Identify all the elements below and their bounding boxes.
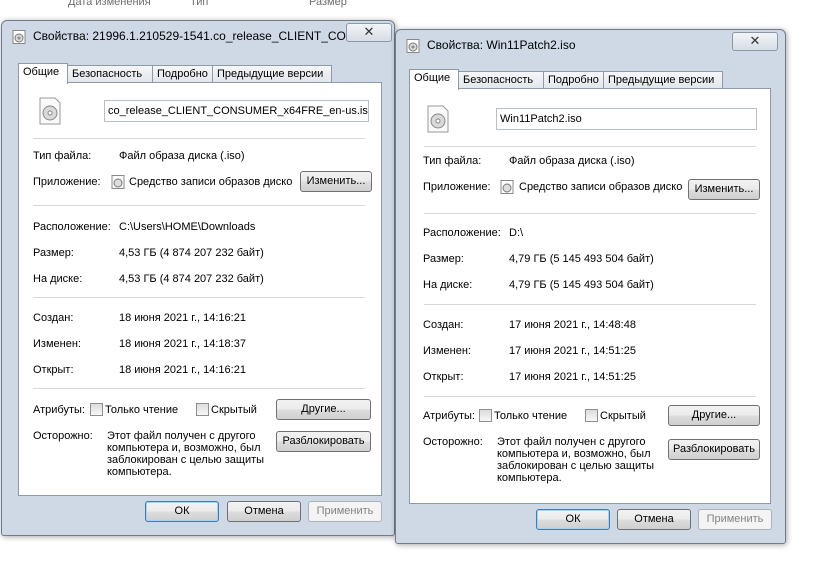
modified-value: 18 июня 2021 г., 14:18:37 — [119, 338, 246, 350]
tab-general[interactable]: Общие — [18, 63, 68, 84]
separator — [424, 396, 756, 397]
hidden-label[interactable]: Скрытый — [600, 410, 646, 422]
disk-size-value: 4,53 ГБ (4 874 207 232 байт) — [119, 273, 264, 285]
column-date-modified[interactable]: Дата изменения — [68, 0, 151, 8]
warning-label: Осторожно: — [33, 430, 93, 442]
advanced-attributes-button[interactable]: Другие... — [276, 399, 371, 420]
tab-details[interactable]: Подробно — [152, 65, 214, 83]
created-label: Создан: — [423, 319, 464, 331]
general-tab-panel: Win11Patch2.iso Тип файла: Файл образа д… — [409, 88, 771, 504]
size-label: Размер: — [33, 247, 74, 259]
app-value: Средство записи образов диско — [129, 176, 293, 188]
modified-label: Изменен: — [423, 345, 471, 357]
location-value: C:\Users\HOME\Downloads — [119, 221, 256, 233]
separator — [33, 138, 365, 139]
cancel-button[interactable]: Отмена — [227, 501, 301, 522]
opened-value: 18 июня 2021 г., 14:16:21 — [119, 364, 246, 376]
properties-dialog-2: Свойства: Win11Patch2.iso ✕ Общие Безопа… — [395, 29, 786, 544]
title-bar[interactable]: Свойства: 21996.1.210529-1541.co_release… — [2, 21, 394, 51]
created-label: Создан: — [33, 312, 74, 324]
disc-burner-icon — [111, 175, 125, 189]
disc-image-icon — [12, 30, 26, 44]
opened-value: 17 июня 2021 г., 14:51:25 — [509, 371, 636, 383]
readonly-label[interactable]: Только чтение — [494, 410, 567, 422]
column-type[interactable]: Тип — [190, 0, 208, 8]
tab-previous-versions[interactable]: Предыдущие версии — [212, 65, 332, 83]
readonly-checkbox[interactable] — [90, 403, 103, 416]
tab-security[interactable]: Безопасность — [67, 65, 154, 83]
close-button[interactable]: ✕ — [346, 23, 392, 42]
tab-security[interactable]: Безопасность — [458, 71, 545, 89]
filename-field[interactable]: co_release_CLIENT_CONSUMER_x64FRE_en-us.… — [104, 100, 369, 122]
modified-value: 17 июня 2021 г., 14:51:25 — [509, 345, 636, 357]
disk-size-value: 4,79 ГБ (5 145 493 504 байт) — [509, 279, 654, 291]
hidden-checkbox[interactable] — [196, 403, 209, 416]
app-label: Приложение: — [33, 176, 101, 188]
file-type-label: Тип файла: — [423, 155, 482, 167]
title-bar[interactable]: Свойства: Win11Patch2.iso ✕ — [396, 30, 785, 60]
readonly-label[interactable]: Только чтение — [105, 404, 178, 416]
tab-previous-versions[interactable]: Предыдущие версии — [603, 71, 723, 89]
separator — [424, 304, 756, 305]
attributes-label: Атрибуты: — [423, 410, 475, 422]
security-warning-text: Этот файл получен с другого компьютера и… — [107, 430, 265, 478]
location-label: Расположение: — [33, 221, 111, 233]
properties-dialog-1: Свойства: 21996.1.210529-1541.co_release… — [1, 20, 395, 536]
app-value: Средство записи образов диско — [519, 181, 683, 193]
apply-button[interactable]: Применить — [698, 509, 772, 530]
disc-burner-icon — [500, 180, 514, 194]
size-label: Размер: — [423, 253, 464, 265]
security-warning-text: Этот файл получен с другого компьютера и… — [497, 436, 655, 484]
warning-label: Осторожно: — [423, 436, 483, 448]
unblock-button[interactable]: Разблокировать — [276, 431, 371, 452]
opened-label: Открыт: — [33, 364, 74, 376]
separator — [33, 205, 365, 206]
size-value: 4,79 ГБ (5 145 493 504 байт) — [509, 253, 654, 265]
created-value: 17 июня 2021 г., 14:48:48 — [509, 319, 636, 331]
tab-general[interactable]: Общие — [409, 69, 459, 90]
location-label: Расположение: — [423, 227, 501, 239]
explorer-column-header: Дата изменения Тип Размер — [0, 0, 829, 10]
separator — [424, 146, 756, 147]
window-title: Свойства: 21996.1.210529-1541.co_release… — [33, 29, 356, 43]
change-app-button[interactable]: Изменить... — [688, 179, 760, 200]
cancel-button[interactable]: Отмена — [617, 509, 691, 530]
column-size[interactable]: Размер — [309, 0, 347, 8]
general-tab-panel: co_release_CLIENT_CONSUMER_x64FRE_en-us.… — [18, 82, 382, 496]
disc-image-icon — [406, 39, 420, 53]
disk-size-label: На диске: — [33, 273, 83, 285]
close-button[interactable]: ✕ — [732, 32, 778, 51]
location-value: D:\ — [509, 227, 524, 239]
filename-field[interactable]: Win11Patch2.iso — [496, 108, 757, 130]
advanced-attributes-button[interactable]: Другие... — [668, 405, 760, 426]
modified-label: Изменен: — [33, 338, 81, 350]
app-label: Приложение: — [423, 181, 491, 193]
opened-label: Открыт: — [423, 371, 464, 383]
unblock-button[interactable]: Разблокировать — [668, 439, 760, 460]
separator — [33, 297, 365, 298]
apply-button[interactable]: Применить — [308, 501, 382, 522]
ok-button[interactable]: ОК — [536, 509, 610, 530]
change-app-button[interactable]: Изменить... — [300, 171, 372, 192]
file-iso-icon — [39, 97, 61, 125]
window-title: Свойства: Win11Patch2.iso — [427, 38, 576, 52]
attributes-label: Атрибуты: — [33, 404, 85, 416]
tab-details[interactable]: Подробно — [543, 71, 605, 89]
separator — [424, 213, 756, 214]
created-value: 18 июня 2021 г., 14:16:21 — [119, 312, 246, 324]
file-type-value: Файл образа диска (.iso) — [119, 150, 245, 162]
size-value: 4,53 ГБ (4 874 207 232 байт) — [119, 247, 264, 259]
hidden-checkbox[interactable] — [585, 409, 598, 422]
disk-size-label: На диске: — [423, 279, 473, 291]
readonly-checkbox[interactable] — [479, 409, 492, 422]
hidden-label[interactable]: Скрытый — [211, 404, 257, 416]
ok-button[interactable]: ОК — [145, 501, 219, 522]
file-iso-icon — [427, 105, 449, 133]
file-type-label: Тип файла: — [33, 150, 92, 162]
separator — [33, 388, 365, 389]
file-type-value: Файл образа диска (.iso) — [509, 155, 635, 167]
